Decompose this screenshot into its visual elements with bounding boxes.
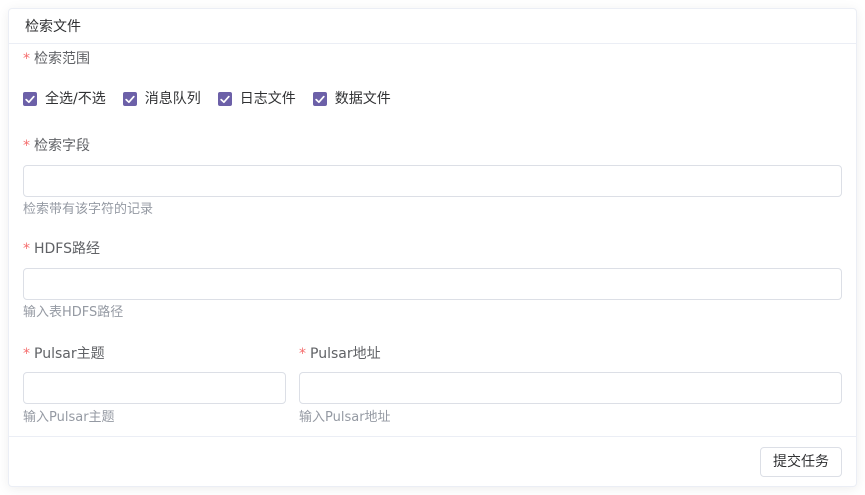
search-field-label: 检索字段 xyxy=(34,135,90,157)
card-header: 检索文件 xyxy=(9,9,856,44)
pulsar-address-input[interactable] xyxy=(299,372,842,404)
pulsar-row: * Pulsar主题 输入Pulsar主题 * Pulsar地址 输入Pulsa… xyxy=(23,343,842,427)
checkmark-icon xyxy=(25,95,35,104)
form-item-pulsar-address: * Pulsar地址 输入Pulsar地址 xyxy=(299,343,842,427)
checkbox-select-all[interactable]: 全选/不选 xyxy=(23,89,106,109)
submit-task-button[interactable]: 提交任务 xyxy=(760,447,842,477)
checkmark-icon xyxy=(220,95,230,104)
required-asterisk: * xyxy=(23,48,30,70)
checkbox-label: 全选/不选 xyxy=(45,89,106,109)
checkmark-icon xyxy=(125,95,135,104)
form-item-hdfs-path: * HDFS路经 输入表HDFS路径 xyxy=(23,238,842,322)
checkmark-icon xyxy=(315,95,325,104)
hdfs-path-input[interactable] xyxy=(23,268,842,300)
checkbox-checked-icon[interactable] xyxy=(123,92,137,106)
scope-label: 检索范围 xyxy=(34,48,90,70)
pulsar-topic-input[interactable] xyxy=(23,372,286,404)
pulsar-topic-help: 输入Pulsar主题 xyxy=(23,409,286,427)
form-body: * 检索范围 全选/不选 xyxy=(9,44,856,427)
pulsar-address-label: Pulsar地址 xyxy=(310,343,381,365)
search-field-input[interactable] xyxy=(23,165,842,197)
card-footer: 提交任务 xyxy=(9,436,856,487)
checkbox-label: 数据文件 xyxy=(335,89,391,109)
checkbox-label: 日志文件 xyxy=(240,89,296,109)
search-field-label-row: * 检索字段 xyxy=(23,135,842,157)
form-item-pulsar-topic: * Pulsar主题 输入Pulsar主题 xyxy=(23,343,286,427)
checkbox-message-queue[interactable]: 消息队列 xyxy=(123,89,201,109)
hdfs-path-label: HDFS路经 xyxy=(34,238,100,260)
checkbox-checked-icon[interactable] xyxy=(23,92,37,106)
checkbox-label: 消息队列 xyxy=(145,89,201,109)
search-field-help: 检索带有该字符的记录 xyxy=(23,201,842,219)
search-file-card: 检索文件 * 检索范围 全选/不选 xyxy=(8,8,857,487)
pulsar-topic-label: Pulsar主题 xyxy=(34,343,105,365)
hdfs-path-help: 输入表HDFS路径 xyxy=(23,304,842,322)
scope-label-row: * 检索范围 xyxy=(23,48,842,70)
checkbox-data-files[interactable]: 数据文件 xyxy=(313,89,391,109)
pulsar-topic-label-row: * Pulsar主题 xyxy=(23,343,286,365)
form-item-search-field: * 检索字段 检索带有该字符的记录 xyxy=(23,135,842,219)
pulsar-address-label-row: * Pulsar地址 xyxy=(299,343,842,365)
checkbox-checked-icon[interactable] xyxy=(218,92,232,106)
required-asterisk: * xyxy=(23,238,30,260)
card-title: 检索文件 xyxy=(25,16,81,36)
required-asterisk: * xyxy=(23,135,30,157)
form-item-scope: * 检索范围 全选/不选 xyxy=(23,48,842,109)
checkbox-log-files[interactable]: 日志文件 xyxy=(218,89,296,109)
pulsar-address-help: 输入Pulsar地址 xyxy=(299,409,842,427)
required-asterisk: * xyxy=(23,343,30,365)
checkbox-checked-icon[interactable] xyxy=(313,92,327,106)
hdfs-path-label-row: * HDFS路经 xyxy=(23,238,842,260)
scope-checkbox-group: 全选/不选 消息队列 日志文件 xyxy=(23,89,842,109)
required-asterisk: * xyxy=(299,343,306,365)
